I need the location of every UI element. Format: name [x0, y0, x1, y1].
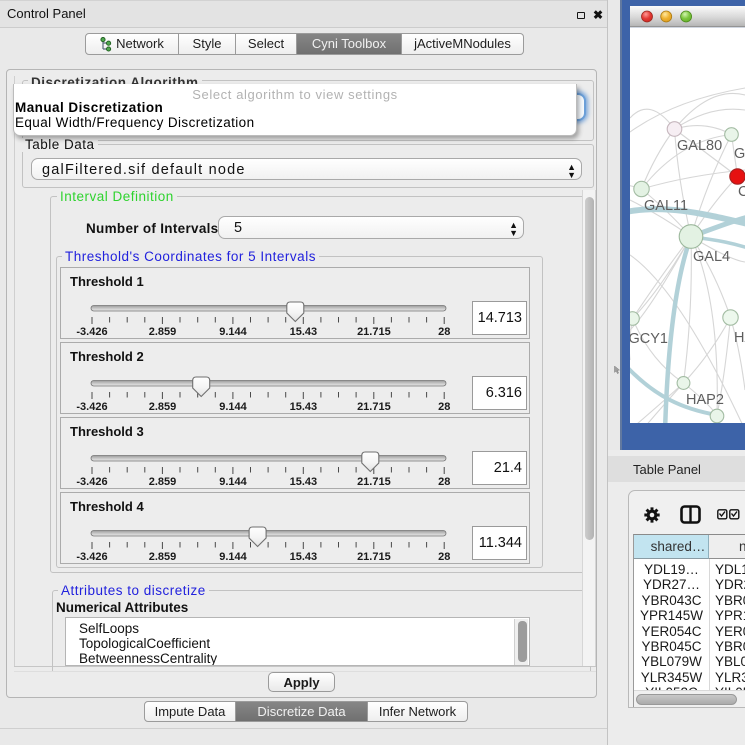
svg-text:-3.426: -3.426 — [76, 326, 107, 338]
svg-text:15.43: 15.43 — [290, 551, 318, 563]
svg-text:28: 28 — [438, 551, 450, 563]
svg-text:GAL4: GAL4 — [693, 249, 730, 265]
svg-text:9.144: 9.144 — [219, 476, 247, 488]
svg-text:15.43: 15.43 — [290, 326, 318, 338]
svg-text:9.144: 9.144 — [219, 326, 247, 338]
svg-text:2.859: 2.859 — [149, 401, 177, 413]
svg-text:-3.426: -3.426 — [76, 551, 107, 563]
svg-text:21.715: 21.715 — [357, 551, 391, 563]
svg-text:28: 28 — [438, 401, 450, 413]
svg-text:2.859: 2.859 — [149, 551, 177, 563]
svg-text:28: 28 — [438, 476, 450, 488]
svg-text:21.715: 21.715 — [357, 476, 391, 488]
svg-text:GA: GA — [734, 146, 745, 162]
svg-text:9.144: 9.144 — [219, 551, 247, 563]
svg-text:CY: CY — [738, 184, 745, 200]
svg-text:15.43: 15.43 — [290, 401, 318, 413]
svg-text:-3.426: -3.426 — [76, 401, 107, 413]
svg-text:15.43: 15.43 — [290, 476, 318, 488]
svg-text:HAP2: HAP2 — [686, 392, 724, 408]
svg-text:2.859: 2.859 — [149, 476, 177, 488]
svg-text:28: 28 — [438, 326, 450, 338]
svg-text:GCY1: GCY1 — [629, 331, 669, 347]
svg-text:HA: HA — [734, 330, 745, 346]
svg-text:9.144: 9.144 — [219, 401, 247, 413]
svg-text:21.715: 21.715 — [357, 326, 391, 338]
svg-text:-3.426: -3.426 — [76, 476, 107, 488]
svg-text:2.859: 2.859 — [149, 326, 177, 338]
svg-text:GAL80: GAL80 — [677, 138, 722, 154]
svg-text:GAL11: GAL11 — [644, 198, 688, 214]
svg-text:21.715: 21.715 — [357, 401, 391, 413]
